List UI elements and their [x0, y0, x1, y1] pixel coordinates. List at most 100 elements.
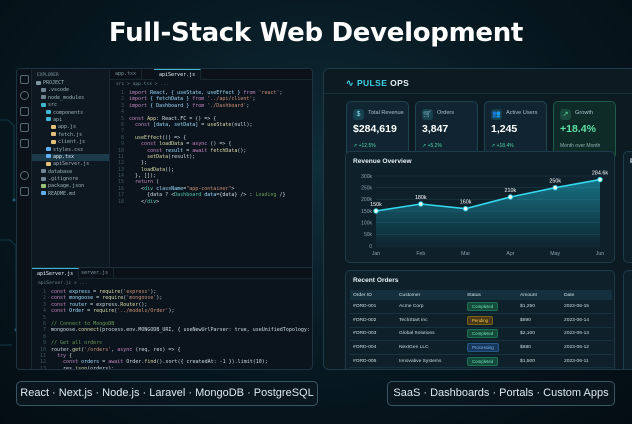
extensions-icon[interactable] — [20, 139, 29, 148]
search-icon[interactable] — [20, 91, 29, 100]
table-row[interactable]: #ORD-002 TechStart Inc Pending $890 2023-06-… — [350, 313, 612, 328]
cell-date: 2023-06-15 — [561, 300, 612, 315]
explorer-item-label: fetch.js — [58, 131, 83, 138]
explorer-item[interactable]: apiServer.js — [32, 161, 109, 168]
table-row[interactable]: #ORD-003 Global Solutions Completed $2,100 2… — [350, 327, 612, 342]
y-tick-label: 0 — [369, 244, 372, 250]
explorer-item-label: api — [53, 116, 63, 123]
explorer-item[interactable]: app.tsx — [32, 153, 109, 162]
revenue-chart[interactable]: 050k100k150k200k250k300k150k180k160k210k… — [346, 152, 616, 264]
debug-icon[interactable] — [20, 123, 29, 132]
gear-icon[interactable] — [20, 187, 29, 196]
x-tick-label: Jun — [596, 251, 604, 257]
tab-app-tsx-inactive[interactable]: app.tsx — [110, 69, 143, 80]
table-row[interactable]: #ORD-005 Innovative Systems Completed $1,50… — [350, 354, 612, 369]
brand-suffix: OPS — [390, 78, 410, 88]
code-editor-window: EXPLORER PROJECT .vscode node_modules src co… — [16, 68, 313, 370]
column-header[interactable]: Date — [561, 290, 612, 300]
cell-customer: TechStart Inc — [396, 313, 464, 328]
kpi-value: +18.4% — [560, 123, 596, 135]
dashboard-window: ∿ PULSE OPS $ Total Revenue $284,619 ↗ +1… — [323, 68, 632, 370]
cell-date: 2023-06-13 — [561, 327, 612, 342]
tab-api-server[interactable]: apiServer.js — [32, 268, 80, 279]
orders-table: Order ID Customer Status Amount Date #OR… — [350, 290, 612, 369]
x-tick-label: May — [550, 251, 560, 257]
code-area-top[interactable]: 1 import React, { useState, useEffect } f… — [110, 90, 312, 268]
tech-stack-tags: React · Next.js · Node.js · Laravel · Mo… — [16, 381, 318, 406]
column-header[interactable]: Amount — [517, 290, 561, 300]
activity-bar — [17, 69, 32, 369]
tab-server-js[interactable]: server.js — [76, 268, 115, 279]
kpi-label: Orders — [437, 110, 455, 116]
header-divider — [324, 93, 632, 94]
explorer-item[interactable]: styles.css — [32, 147, 109, 154]
status-badge: Processing — [467, 343, 499, 353]
file-icon — [46, 110, 51, 115]
data-label: 160k — [460, 200, 472, 206]
kpi-change: ↗ +5.2% — [422, 143, 442, 149]
kpi-change: ↗ +18.4% — [491, 143, 514, 149]
revenue-chart-card: Revenue Overview 0 50k 100k 150k 200k 250k 300… — [345, 151, 615, 263]
terminal-panel[interactable]: user@ubuntu-dev:~/project$ npm run dev> … — [32, 369, 312, 370]
explorer-item[interactable]: README.md — [32, 191, 109, 198]
trend-up-icon: ↗ — [560, 109, 571, 120]
explorer-item[interactable]: src — [32, 102, 109, 109]
files-icon[interactable] — [20, 75, 29, 84]
explorer-item[interactable]: components — [32, 110, 109, 117]
cell-amount: $890 — [517, 313, 561, 328]
recent-orders-card: Recent Orders Order ID Customer Status A… — [345, 270, 615, 369]
explorer-item-label: apiServer.js — [53, 161, 90, 168]
y-tick-label: 100k — [361, 220, 372, 226]
breadcrumb: src > app.tsx > ... — [116, 82, 169, 87]
explorer-item-label: src — [48, 102, 58, 109]
explorer-item-label: .gitignore — [48, 176, 79, 183]
cell-status: Completed — [464, 354, 517, 369]
explorer-item-label: node_modules — [48, 94, 85, 101]
file-icon — [51, 132, 56, 137]
status-badge: Pending — [467, 315, 494, 325]
orders-body: #ORD-001 Acme Corp Completed $1,250 2023-06-… — [350, 300, 612, 369]
column-header[interactable]: Customer — [396, 290, 464, 300]
cell-order-id: #ORD-005 — [350, 354, 396, 369]
kpi-value: $284,619 — [353, 123, 397, 135]
cell-customer: NextGen LLC — [396, 340, 464, 355]
file-icon — [36, 80, 41, 85]
explorer-item[interactable]: fetch.js — [32, 132, 109, 139]
explorer-item[interactable]: node_modules — [32, 95, 109, 102]
cell-status: Completed — [464, 327, 517, 342]
explorer-item[interactable]: client.js — [32, 139, 109, 146]
explorer-item[interactable]: package.json — [32, 183, 109, 190]
tab-label: server.js — [81, 270, 109, 276]
cell-date: 2023-06-12 — [561, 340, 612, 355]
explorer-item[interactable]: .gitignore — [32, 176, 109, 183]
column-header[interactable]: Order ID — [350, 290, 396, 300]
kpi-label: Growth — [575, 110, 594, 116]
explorer-item-label: styles.css — [53, 146, 84, 153]
cell-customer: Acme Corp — [396, 300, 464, 315]
file-icon — [41, 95, 46, 100]
kpi-value: 3,847 — [422, 123, 449, 135]
explorer-item[interactable]: api — [32, 117, 109, 124]
code-area-bottom[interactable]: 1 const express = require('express'); 2 con… — [32, 289, 312, 369]
source-control-icon[interactable] — [20, 107, 29, 116]
table-row[interactable]: #ORD-004 NextGen LLC Processing $680 2023-06… — [350, 340, 612, 355]
explorer-item[interactable]: database — [32, 169, 109, 176]
kpi-value: 1,245 — [491, 123, 518, 135]
tab-label: apiServer.js — [37, 271, 74, 277]
explorer-item-label: app.js — [58, 124, 77, 131]
kpi-label: Active Users — [506, 110, 538, 116]
breadcrumb-bottom: apiServer.js > ... — [38, 281, 88, 286]
explorer-item[interactable]: .vscode — [32, 87, 109, 94]
area-fill — [376, 179, 600, 246]
brand-logo[interactable]: ∿ PULSE OPS — [346, 78, 409, 92]
account-icon[interactable] — [20, 171, 29, 180]
table-row[interactable]: #ORD-001 Acme Corp Completed $1,250 2023-06-… — [350, 300, 612, 315]
tab-label: apiServer.js — [159, 72, 196, 78]
column-header[interactable]: Status — [464, 290, 517, 300]
explorer-item-label: package.json — [48, 183, 85, 190]
explorer-item[interactable]: app.js — [32, 124, 109, 131]
explorer-item[interactable]: PROJECT — [32, 80, 109, 87]
tab-api-server-js[interactable]: apiServer.js — [154, 69, 202, 80]
file-icon — [41, 169, 46, 174]
y-tick-label: 250k — [361, 185, 372, 191]
